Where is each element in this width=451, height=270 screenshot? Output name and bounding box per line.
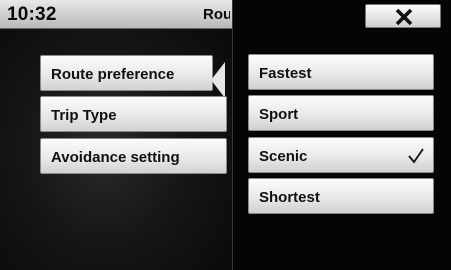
active-pointer-arrow: [211, 62, 225, 98]
screen-title: Rou: [203, 6, 230, 23]
left-panel: 10:32 Rou Route preference Trip Type Avo…: [0, 0, 232, 270]
menu-item-avoidance-setting[interactable]: Avoidance setting: [40, 138, 227, 174]
menu-item-route-preference[interactable]: Route preference: [40, 55, 213, 91]
option-label: Shortest: [259, 189, 320, 206]
menu-item-label: Avoidance setting: [51, 149, 180, 166]
status-bar: 10:32 Rou: [0, 0, 232, 29]
menu-item-trip-type[interactable]: Trip Type: [40, 96, 227, 132]
checkmark-icon: [408, 148, 424, 164]
menu-item-label: Route preference: [51, 66, 175, 83]
option-fastest[interactable]: Fastest: [248, 54, 434, 90]
screen: 10:32 Rou Route preference Trip Type Avo…: [0, 0, 451, 270]
option-label: Scenic: [259, 148, 308, 165]
options-panel: Fastest Sport Scenic Shortest: [232, 0, 451, 270]
close-button[interactable]: [365, 4, 441, 28]
option-label: Sport: [259, 106, 299, 123]
option-label: Fastest: [259, 65, 312, 82]
option-sport[interactable]: Sport: [248, 95, 434, 131]
close-x-icon: [395, 8, 413, 26]
option-shortest[interactable]: Shortest: [248, 178, 434, 214]
menu-item-label: Trip Type: [51, 107, 117, 124]
clock: 10:32: [7, 4, 57, 25]
option-scenic[interactable]: Scenic: [248, 137, 434, 173]
